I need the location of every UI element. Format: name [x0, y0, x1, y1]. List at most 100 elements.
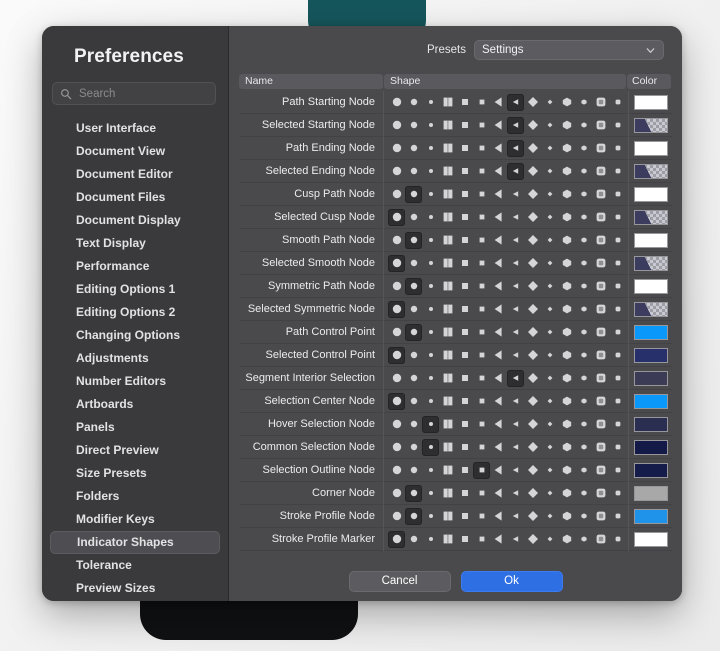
- color-swatch[interactable]: [633, 94, 668, 110]
- color-cell[interactable]: [628, 228, 672, 252]
- shape-option-square-large[interactable]: [439, 508, 456, 525]
- shape-option-triangle-large[interactable]: [490, 94, 507, 111]
- shape-option-circle-large[interactable]: [388, 254, 405, 272]
- sidebar-item-document-display[interactable]: Document Display: [50, 209, 220, 232]
- sidebar-item-document-view[interactable]: Document View: [50, 140, 220, 163]
- shape-option-square-medium[interactable]: [456, 485, 473, 502]
- sidebar-item-panels[interactable]: Panels: [50, 416, 220, 439]
- shape-option-diamond-large[interactable]: [524, 94, 541, 111]
- color-cell[interactable]: [628, 366, 672, 390]
- shape-option-rounded-square-small[interactable]: [609, 163, 626, 180]
- shape-option-circle-medium[interactable]: [405, 231, 422, 249]
- shape-option-circle-large[interactable]: [388, 485, 405, 502]
- shape-option-circle-medium[interactable]: [405, 94, 422, 111]
- shape-option-square-large[interactable]: [439, 462, 456, 479]
- color-swatch[interactable]: [633, 324, 668, 340]
- table-row[interactable]: Selected Smooth Node: [239, 251, 672, 275]
- shape-option-square-small[interactable]: [473, 439, 490, 456]
- sidebar-item-size-presets[interactable]: Size Presets: [50, 462, 220, 485]
- color-swatch[interactable]: [633, 462, 668, 478]
- shape-option-circle-small[interactable]: [422, 232, 439, 249]
- shape-option-hexagon-large[interactable]: [558, 255, 575, 272]
- shape-option-diamond-large[interactable]: [524, 416, 541, 433]
- shape-option-circle-medium[interactable]: [405, 140, 422, 157]
- shape-option-rounded-square-small[interactable]: [609, 278, 626, 295]
- shape-option-rounded-square-large[interactable]: [592, 94, 609, 111]
- shape-option-circle-large[interactable]: [388, 324, 405, 341]
- shape-option-diamond-small[interactable]: [541, 209, 558, 226]
- shape-option-square-medium[interactable]: [456, 278, 473, 295]
- shape-option-square-large[interactable]: [439, 301, 456, 318]
- shape-option-rounded-square-large[interactable]: [592, 508, 609, 525]
- shape-option-square-large[interactable]: [439, 186, 456, 203]
- color-swatch[interactable]: [633, 393, 668, 409]
- table-row[interactable]: Segment Interior Selection: [239, 366, 672, 390]
- shape-option-diamond-large[interactable]: [524, 485, 541, 502]
- shape-option-circle-small[interactable]: [422, 531, 439, 548]
- color-swatch[interactable]: [633, 140, 668, 156]
- shape-option-square-medium[interactable]: [456, 301, 473, 318]
- table-row[interactable]: Stroke Profile Node: [239, 504, 672, 528]
- shape-option-circle-small[interactable]: [422, 438, 439, 456]
- shape-option-circle-medium[interactable]: [405, 370, 422, 387]
- shape-option-hexagon-large[interactable]: [558, 278, 575, 295]
- shape-option-square-large[interactable]: [439, 347, 456, 364]
- shape-option-square-large[interactable]: [439, 140, 456, 157]
- shape-option-rounded-square-small[interactable]: [609, 186, 626, 203]
- shape-option-circle-medium[interactable]: [405, 393, 422, 410]
- table-row[interactable]: Stroke Profile Marker: [239, 527, 672, 551]
- color-swatch[interactable]: [633, 163, 668, 179]
- shape-option-hexagon-small[interactable]: [575, 255, 592, 272]
- shape-option-rounded-square-small[interactable]: [609, 255, 626, 272]
- shape-option-circle-medium[interactable]: [405, 531, 422, 548]
- shape-option-diamond-small[interactable]: [541, 324, 558, 341]
- color-cell[interactable]: [628, 182, 672, 206]
- color-swatch[interactable]: [633, 508, 668, 524]
- shape-option-circle-large[interactable]: [388, 232, 405, 249]
- shape-option-triangle-small[interactable]: [507, 462, 524, 479]
- presets-dropdown[interactable]: Settings: [474, 40, 664, 60]
- shape-option-circle-medium[interactable]: [405, 163, 422, 180]
- shape-option-triangle-large[interactable]: [490, 324, 507, 341]
- shape-option-triangle-small[interactable]: [507, 439, 524, 456]
- shape-option-triangle-large[interactable]: [490, 117, 507, 134]
- shape-option-triangle-small[interactable]: [507, 186, 524, 203]
- shape-option-diamond-large[interactable]: [524, 163, 541, 180]
- sidebar-item-indicator-shapes[interactable]: Indicator Shapes: [50, 531, 220, 554]
- color-cell[interactable]: [628, 343, 672, 367]
- shape-option-rounded-square-large[interactable]: [592, 301, 609, 318]
- shape-option-triangle-small[interactable]: [507, 369, 524, 387]
- sidebar-item-performance[interactable]: Performance: [50, 255, 220, 278]
- shape-option-square-large[interactable]: [439, 531, 456, 548]
- shape-option-hexagon-large[interactable]: [558, 163, 575, 180]
- color-cell[interactable]: [628, 412, 672, 436]
- shape-option-square-small[interactable]: [473, 209, 490, 226]
- shape-option-hexagon-small[interactable]: [575, 347, 592, 364]
- shape-option-square-medium[interactable]: [456, 393, 473, 410]
- shape-option-circle-small[interactable]: [422, 324, 439, 341]
- shape-option-rounded-square-large[interactable]: [592, 485, 609, 502]
- shape-option-hexagon-small[interactable]: [575, 324, 592, 341]
- shape-option-square-large[interactable]: [439, 209, 456, 226]
- shape-option-triangle-large[interactable]: [490, 232, 507, 249]
- sidebar-item-editing-options-1[interactable]: Editing Options 1: [50, 278, 220, 301]
- shape-option-circle-large[interactable]: [388, 370, 405, 387]
- shape-option-triangle-large[interactable]: [490, 508, 507, 525]
- shape-option-square-medium[interactable]: [456, 140, 473, 157]
- shape-option-triangle-small[interactable]: [507, 531, 524, 548]
- shape-option-triangle-large[interactable]: [490, 347, 507, 364]
- shape-option-hexagon-large[interactable]: [558, 186, 575, 203]
- shape-option-square-large[interactable]: [439, 117, 456, 134]
- shape-option-hexagon-large[interactable]: [558, 485, 575, 502]
- sidebar-item-folders[interactable]: Folders: [50, 485, 220, 508]
- sidebar-item-user-interface[interactable]: User Interface: [50, 117, 220, 140]
- shape-option-rounded-square-large[interactable]: [592, 232, 609, 249]
- shape-option-circle-large[interactable]: [388, 278, 405, 295]
- shape-option-hexagon-large[interactable]: [558, 140, 575, 157]
- sidebar-item-editing-options-2[interactable]: Editing Options 2: [50, 301, 220, 324]
- shape-option-square-small[interactable]: [473, 278, 490, 295]
- sidebar-item-document-editor[interactable]: Document Editor: [50, 163, 220, 186]
- color-cell[interactable]: [628, 504, 672, 528]
- shape-option-circle-small[interactable]: [422, 163, 439, 180]
- shape-option-rounded-square-large[interactable]: [592, 416, 609, 433]
